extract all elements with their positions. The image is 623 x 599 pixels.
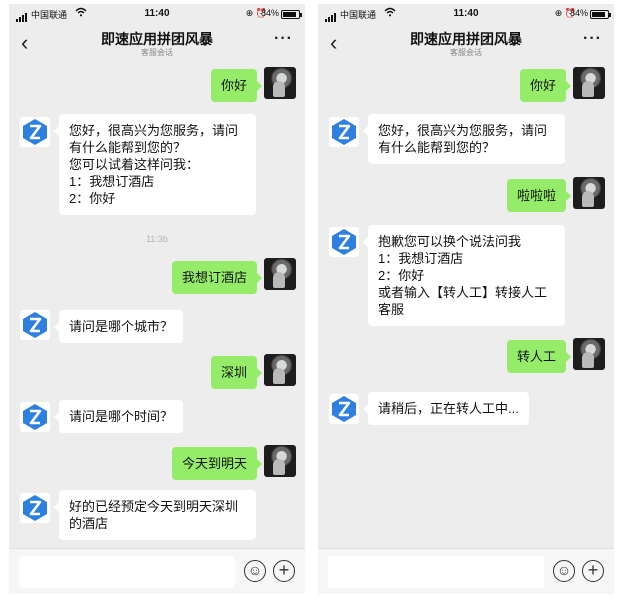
message-line: 客服 — [378, 302, 405, 317]
status-bar: 中国联通 11:40 ⊕ ⏰ 84% — [9, 4, 305, 26]
battery-percent: 84% — [569, 8, 588, 18]
message-line: 有什么能帮到您的？ — [69, 140, 187, 155]
bot-avatar[interactable] — [329, 117, 359, 147]
message-line: 您好，很高兴为您服务，请问 — [69, 123, 239, 138]
chat-subtitle: 客服会话 — [450, 48, 482, 57]
bot-message: 请问是哪个城市？ — [53, 310, 184, 343]
user-message: 你好 — [210, 69, 263, 102]
nav-bar: ‹ 即速应用拼团风暴 客服会话 ··· — [318, 26, 614, 64]
back-icon[interactable]: ‹ — [330, 32, 337, 54]
user-message: 你好 — [519, 69, 572, 102]
user-avatar[interactable] — [573, 177, 605, 209]
message-line: 抱歉您可以换个说法问我 — [378, 234, 522, 249]
message-input[interactable] — [328, 556, 544, 588]
input-bar: ☺ + — [9, 548, 305, 594]
message-line: 2：你好 — [378, 268, 425, 283]
more-icon[interactable]: ··· — [274, 30, 293, 48]
user-message: 深圳 — [210, 356, 263, 389]
plus-icon[interactable]: + — [273, 560, 295, 582]
chat-subtitle: 客服会话 — [141, 48, 173, 57]
message-text: 请问是哪个城市？ — [69, 319, 174, 334]
battery-icon — [590, 10, 611, 19]
more-icon[interactable]: ··· — [583, 30, 602, 48]
message-text: 今天到明天 — [181, 456, 247, 471]
emoji-icon[interactable]: ☺ — [553, 560, 575, 582]
page: 中国联通 11:40 ⊕ ⏰ 84% ‹ 即速应用拼团风暴 客服会话 ··· 你… — [0, 0, 623, 599]
bot-avatar[interactable] — [329, 394, 359, 424]
bot-avatar[interactable] — [20, 402, 50, 432]
message-line: 2：你好 — [69, 191, 116, 206]
message-text: 你好 — [529, 78, 556, 93]
user-avatar[interactable] — [264, 67, 296, 99]
bot-message: 您好，很高兴为您服务，请问 有什么能帮到您的？ — [363, 114, 565, 164]
user-avatar[interactable] — [264, 354, 296, 386]
message-text: 请稍后，正在转人工中... — [378, 401, 519, 416]
plus-icon[interactable]: + — [582, 560, 604, 582]
chat-title: 即速应用拼团风暴 — [101, 31, 213, 47]
battery-icon — [281, 10, 302, 19]
nav-bar: ‹ 即速应用拼团风暴 客服会话 ··· — [9, 26, 305, 64]
message-line: 您可以试着这样问我： — [69, 157, 200, 172]
battery-percent: 84% — [260, 8, 279, 18]
input-bar: ☺ + — [318, 548, 614, 594]
message-line: 您好，很高兴为您服务，请问 — [378, 123, 548, 138]
bot-avatar[interactable] — [20, 310, 50, 340]
bot-avatar[interactable] — [20, 117, 50, 147]
message-text: 啦啦啦 — [516, 188, 556, 203]
message-line: 好的已经预定今天到明天深圳 — [69, 499, 239, 514]
message-text: 请问是哪个时间？ — [69, 409, 174, 424]
user-message: 啦啦啦 — [506, 179, 572, 212]
message-text: 我想订酒店 — [181, 270, 247, 285]
phone-screen-right: 中国联通 11:40 ⊕ ⏰ 84% ‹ 即速应用拼团风暴 客服会话 ··· 你… — [318, 4, 614, 594]
user-message: 今天到明天 — [171, 447, 263, 480]
user-avatar[interactable] — [573, 338, 605, 370]
user-avatar[interactable] — [264, 258, 296, 290]
timestamp: 11:3b — [146, 234, 168, 244]
user-message: 转人工 — [506, 340, 572, 373]
message-text: 你好 — [220, 78, 247, 93]
chat-title: 即速应用拼团风暴 — [410, 31, 522, 47]
message-input[interactable] — [19, 556, 235, 588]
user-avatar[interactable] — [573, 67, 605, 99]
user-avatar[interactable] — [264, 445, 296, 477]
emoji-icon[interactable]: ☺ — [244, 560, 266, 582]
bot-message: 您好，很高兴为您服务，请问 有什么能帮到您的？ 您可以试着这样问我： 1：我想订… — [54, 114, 256, 215]
message-text: 转人工 — [516, 349, 556, 364]
phone-screen-left: 中国联通 11:40 ⊕ ⏰ 84% ‹ 即速应用拼团风暴 客服会话 ··· 你… — [9, 4, 305, 594]
message-line: 或者输入【转人工】转接人工 — [378, 285, 548, 300]
message-line: 1：我想订酒店 — [378, 251, 464, 266]
user-message: 我想订酒店 — [171, 261, 263, 294]
message-text: 深圳 — [220, 365, 247, 380]
bot-message: 抱歉您可以换个说法问我 1：我想订酒店 2：你好 或者输入【转人工】转接人工 客… — [363, 225, 565, 326]
bot-avatar[interactable] — [20, 493, 50, 523]
message-line: 有什么能帮到您的？ — [378, 140, 496, 155]
bot-message: 好的已经预定今天到明天深圳 的酒店 — [54, 490, 256, 540]
status-bar: 中国联通 11:40 ⊕ ⏰ 84% — [318, 4, 614, 26]
back-icon[interactable]: ‹ — [21, 32, 28, 54]
bot-message: 请问是哪个时间？ — [53, 400, 184, 433]
message-line: 1：我想订酒店 — [69, 174, 155, 189]
bot-message: 请稍后，正在转人工中... — [363, 392, 529, 425]
bot-avatar[interactable] — [329, 227, 359, 257]
message-line: 的酒店 — [69, 516, 109, 531]
